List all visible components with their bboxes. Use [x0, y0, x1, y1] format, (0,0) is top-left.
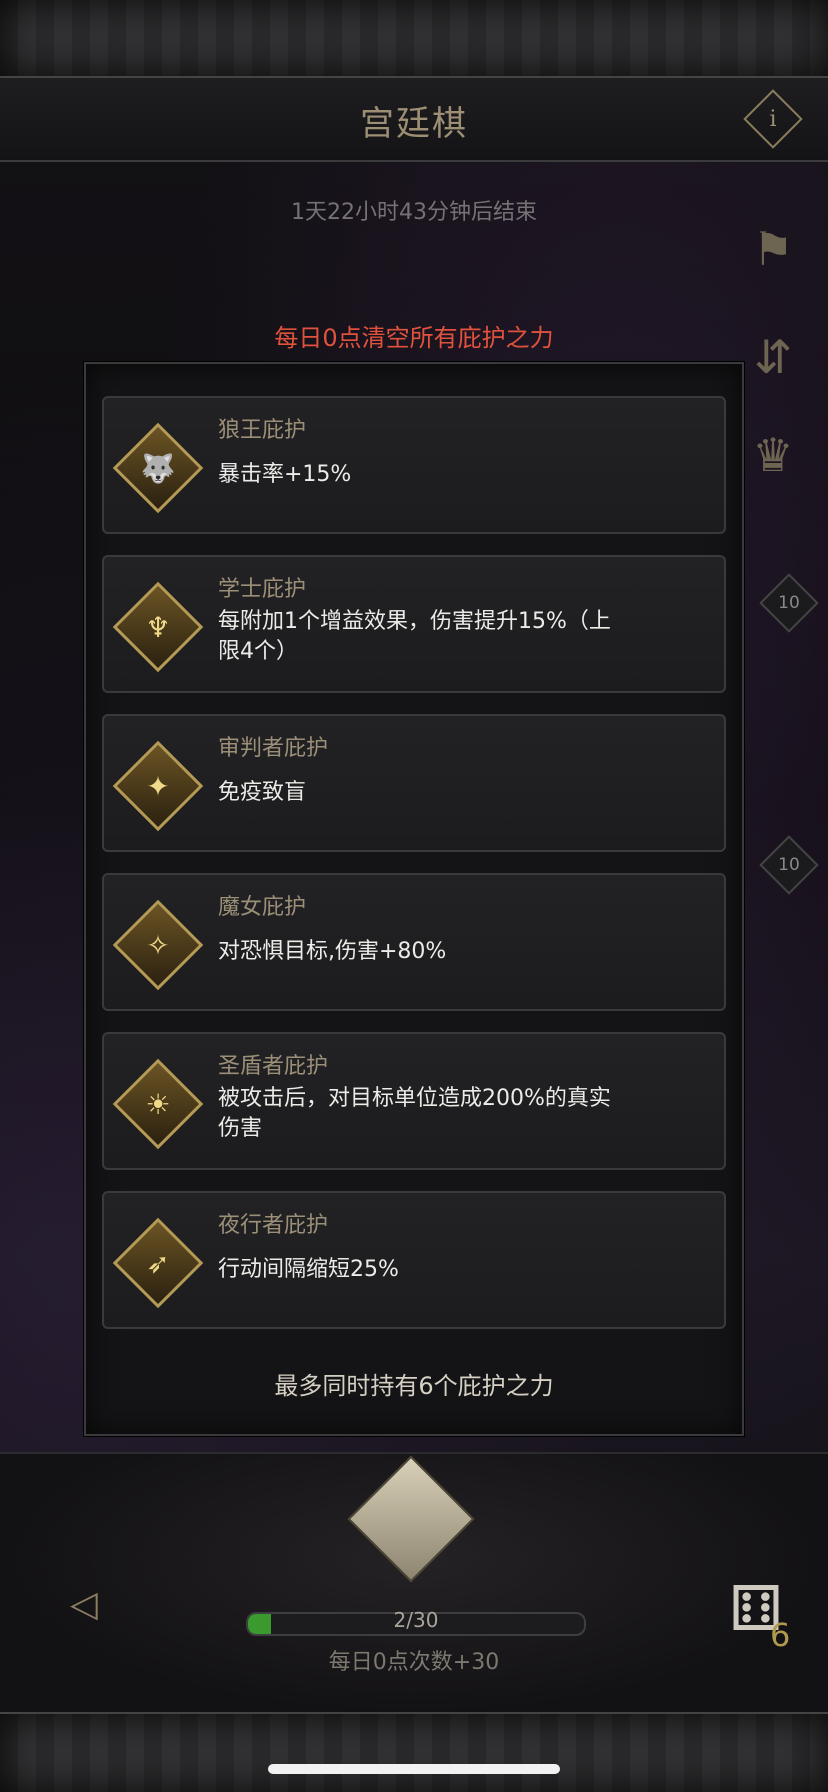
- nightwalker-glyph: ➶: [146, 1246, 170, 1280]
- top-frame: [0, 0, 828, 78]
- blessing-desc: 被攻击后，对目标单位造成200%的真实伤害: [218, 1086, 611, 1141]
- blessing-card-witch[interactable]: ✧ 魔女庇护 对恐惧目标,伤害+80%: [102, 873, 726, 1011]
- blessing-name: 夜行者庇护: [218, 1213, 329, 1238]
- blessing-name: 圣盾者庇护: [218, 1054, 329, 1079]
- blessing-desc: 对恐惧目标,伤害+80%: [218, 939, 447, 964]
- event-timer: 1天22小时43分钟后结束: [291, 200, 537, 225]
- blessing-name: 审判者庇护: [218, 736, 329, 761]
- banner-icon[interactable]: ⚑: [738, 214, 808, 284]
- witch-glyph: ✧: [146, 928, 170, 962]
- bottom-frame: [0, 1712, 828, 1792]
- blessing-name: 学士庇护: [218, 577, 307, 602]
- tile-badge-value: 10: [778, 855, 800, 875]
- dice-count: 6: [770, 1616, 791, 1654]
- back-arrow-icon[interactable]: ◁: [44, 1582, 124, 1626]
- info-icon: i: [769, 106, 777, 132]
- judge-icon: ✦: [112, 740, 204, 832]
- wolf-glyph: 🐺: [140, 451, 176, 485]
- reset-notice: 每日0点清空所有庇护之力: [274, 324, 554, 352]
- blessing-card-shield[interactable]: ☀ 圣盾者庇护 被攻击后，对目标单位造成200%的真实伤害: [102, 1032, 726, 1170]
- nightwalker-icon: ➶: [112, 1217, 204, 1309]
- blessing-name: 魔女庇护: [218, 895, 307, 920]
- blessing-card-judge[interactable]: ✦ 审判者庇护 免疫致盲: [102, 714, 726, 852]
- blessing-card-nightwalker[interactable]: ➶ 夜行者庇护 行动间隔缩短25%: [102, 1191, 726, 1329]
- blessing-card-scholar[interactable]: ♆ 学士庇护 每附加1个增益效果，伤害提升15%（上限4个）: [102, 555, 726, 693]
- scholar-glyph: ♆: [145, 610, 171, 644]
- panel-footer: 最多同时持有6个庇护之力: [274, 1372, 554, 1400]
- shield-icon: ☀: [112, 1058, 204, 1150]
- witch-icon: ✧: [112, 899, 204, 991]
- blessing-name: 狼王庇护: [218, 418, 307, 443]
- progress-text: 2/30: [393, 1608, 439, 1632]
- blessing-desc: 每附加1个增益效果，伤害提升15%（上限4个）: [218, 609, 611, 664]
- home-indicator[interactable]: [268, 1764, 560, 1774]
- trophy-icon[interactable]: ♛: [738, 420, 808, 490]
- blessing-desc: 暴击率+15%: [218, 462, 352, 487]
- judge-glyph: ✦: [146, 769, 170, 803]
- blessing-card-wolf[interactable]: 🐺 狼王庇护 暴击率+15%: [102, 396, 726, 534]
- daily-refill-text: 每日0点次数+30: [328, 1650, 500, 1675]
- blessing-desc: 行动间隔缩短25%: [218, 1257, 399, 1282]
- blessing-desc: 免疫致盲: [218, 780, 307, 805]
- tile-badge-value: 10: [778, 593, 800, 613]
- scholar-icon: ♆: [112, 581, 204, 673]
- shield-glyph: ☀: [145, 1087, 171, 1121]
- blessing-panel: 🐺 狼王庇护 暴击率+15% ♆ 学士庇护 每附加1个增益效果，伤害提升15%（…: [84, 362, 744, 1436]
- page-title: 宫廷棋: [360, 104, 468, 144]
- wolf-icon: 🐺: [112, 422, 204, 514]
